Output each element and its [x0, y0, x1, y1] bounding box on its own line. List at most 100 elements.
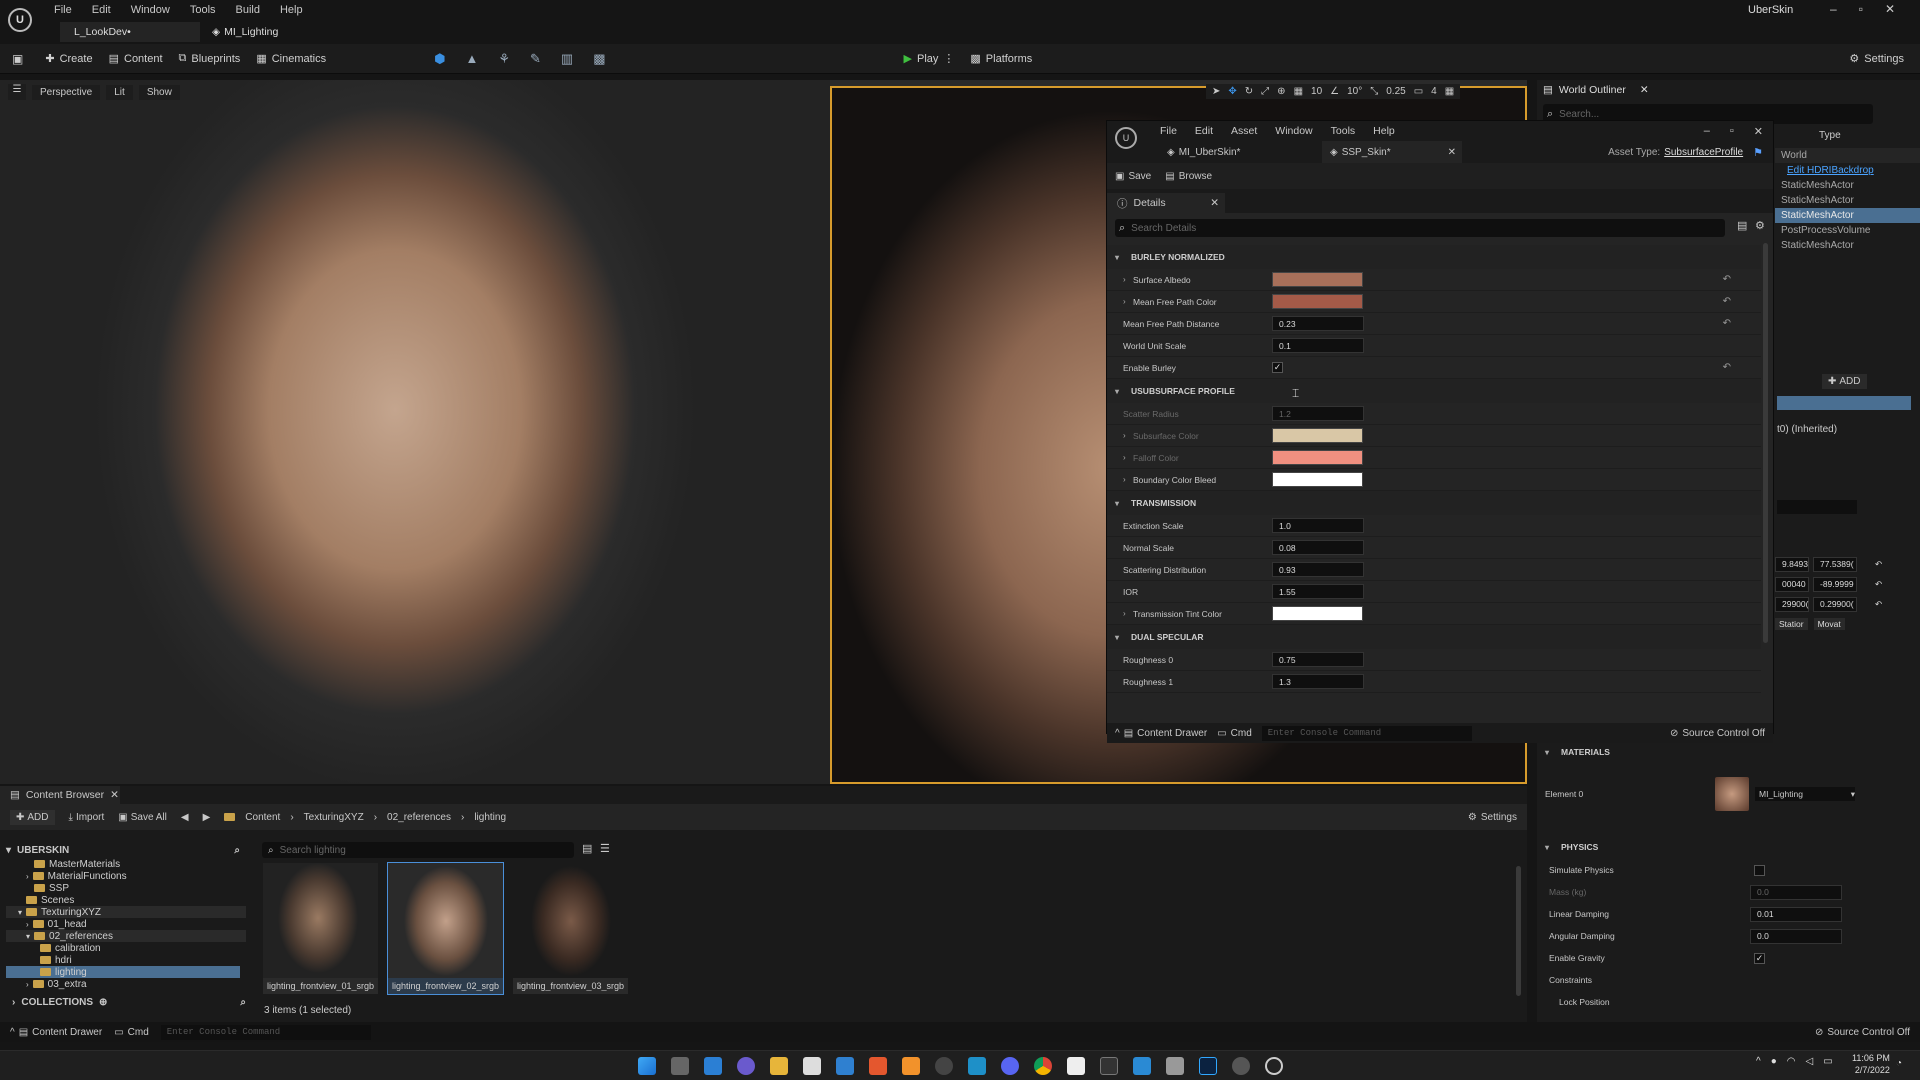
- layout-icon[interactable]: ▦: [1445, 86, 1454, 97]
- reset-icon[interactable]: ↶: [1875, 579, 1882, 590]
- chevron-right-icon[interactable]: ›: [1123, 297, 1133, 306]
- content-browser-close-icon[interactable]: ✕: [110, 789, 119, 801]
- editor-menu-window[interactable]: Window: [1266, 125, 1321, 137]
- mean-free-path-distance-input[interactable]: 0.23: [1272, 316, 1364, 331]
- editor-menu-help[interactable]: Help: [1364, 125, 1404, 137]
- physics-header[interactable]: ▾ PHYSICS: [1537, 835, 1920, 859]
- editor-minimize-icon[interactable]: –: [1694, 125, 1720, 137]
- component-selected-row[interactable]: [1777, 396, 1911, 410]
- wifi-icon[interactable]: ◠: [1787, 1056, 1796, 1067]
- tab-mi-lighting[interactable]: ◈ MI_Lighting: [200, 22, 278, 42]
- details-tab[interactable]: ⓘ Details ✕: [1107, 193, 1225, 213]
- angle-snap-value[interactable]: 10°: [1347, 86, 1362, 97]
- reset-icon[interactable]: ↶: [1723, 274, 1731, 285]
- menu-edit[interactable]: Edit: [82, 4, 121, 16]
- outliner-close-icon[interactable]: ✕: [1640, 84, 1649, 96]
- minimize-icon[interactable]: –: [1830, 2, 1837, 16]
- microphone-icon[interactable]: ●: [1771, 1056, 1777, 1067]
- asset-tile-selected[interactable]: lighting_frontview_02_srgb: [387, 862, 504, 995]
- world-local-icon[interactable]: ⊕: [1277, 86, 1285, 97]
- pin-icon[interactable]: ⚑: [1753, 146, 1763, 159]
- filter-icon[interactable]: ☰: [600, 842, 610, 855]
- mobility-movable[interactable]: Movat: [1813, 618, 1845, 630]
- tree-folder[interactable]: MasterMaterials: [6, 858, 246, 870]
- paint-mode-icon[interactable]: ✎: [530, 51, 541, 67]
- section-subsurface[interactable]: ▾ USUBSURFACE PROFILE: [1107, 379, 1761, 403]
- cb-import-button[interactable]: ⤓ Import: [69, 812, 105, 823]
- extinction-scale-input[interactable]: 1.0: [1272, 518, 1364, 533]
- console-input[interactable]: Enter Console Command: [160, 1024, 371, 1040]
- chevron-right-icon[interactable]: ›: [1123, 431, 1133, 440]
- chevron-right-icon[interactable]: ›: [1123, 475, 1133, 484]
- scattering-distribution-input[interactable]: 0.93: [1272, 562, 1364, 577]
- tree-folder[interactable]: ▾ TexturingXYZ: [6, 906, 246, 918]
- linear-damping-input[interactable]: 0.01: [1750, 906, 1842, 922]
- brave-browser-icon[interactable]: [868, 1056, 887, 1075]
- content-button[interactable]: ▤ Content: [101, 52, 171, 66]
- details-search[interactable]: ⌕ Search Details: [1115, 219, 1725, 237]
- normal-scale-input[interactable]: 0.08: [1272, 540, 1364, 555]
- enable-burley-checkbox[interactable]: ✓: [1272, 362, 1283, 373]
- reset-icon[interactable]: ↶: [1723, 318, 1731, 329]
- editor-menu-asset[interactable]: Asset: [1222, 125, 1266, 137]
- maximize-icon[interactable]: ▫: [1859, 2, 1863, 16]
- terminal-icon[interactable]: [1099, 1056, 1118, 1075]
- rotate-tool-icon[interactable]: ↻: [1245, 86, 1253, 97]
- scale-tool-icon[interactable]: ⤢: [1261, 86, 1269, 97]
- save-icon[interactable]: ▣: [12, 52, 23, 66]
- material-dropdown[interactable]: MI_Lighting ▾: [1755, 787, 1855, 801]
- editor-close-icon[interactable]: ✕: [1744, 125, 1773, 138]
- rotation-y[interactable]: 00040: [1775, 576, 1809, 592]
- steam-icon[interactable]: [1231, 1056, 1250, 1075]
- viewport-menu-icon[interactable]: ☰: [8, 84, 26, 100]
- scale-y[interactable]: 29900(: [1775, 596, 1809, 612]
- breadcrumb-item[interactable]: lighting: [474, 812, 506, 823]
- editor-save-button[interactable]: ▣ Save: [1115, 171, 1151, 182]
- sublime-icon[interactable]: [901, 1056, 920, 1075]
- notepad-icon[interactable]: [1066, 1056, 1085, 1075]
- subsurface-color-swatch[interactable]: [1272, 428, 1363, 443]
- create-button[interactable]: ✚ Create: [37, 52, 100, 66]
- tree-folder[interactable]: hdri: [6, 954, 246, 966]
- outliner-row[interactable]: World: [1775, 148, 1920, 163]
- tab-mi-uberskin[interactable]: ◈ MI_UberSkin*: [1167, 147, 1322, 158]
- constraints-label[interactable]: Constraints: [1537, 975, 1712, 985]
- mass-input[interactable]: 0.0: [1750, 884, 1842, 900]
- editor-browse-button[interactable]: ▤ Browse: [1165, 171, 1212, 182]
- location-z[interactable]: 77.5389(: [1813, 556, 1857, 572]
- play-button[interactable]: ▶ Play ⋮: [896, 52, 963, 66]
- source-control-button[interactable]: ⊘ Source Control Off: [1815, 1027, 1910, 1038]
- editor-menu-tools[interactable]: Tools: [1322, 125, 1365, 137]
- landscape-mode-icon[interactable]: ▲: [465, 51, 478, 66]
- enable-gravity-checkbox[interactable]: ✓: [1754, 952, 1765, 964]
- world-unit-scale-input[interactable]: 0.1: [1272, 338, 1364, 353]
- scale-z[interactable]: 0.29900(: [1813, 596, 1857, 612]
- angle-snap-icon[interactable]: ∠: [1330, 86, 1339, 97]
- transmission-tint-swatch[interactable]: [1272, 606, 1363, 621]
- unreal-logo-icon[interactable]: U: [8, 8, 32, 32]
- camera-speed-value[interactable]: 4: [1431, 86, 1437, 97]
- property-matrix-icon[interactable]: ▤: [1737, 219, 1747, 232]
- app-icon[interactable]: [967, 1056, 986, 1075]
- menu-file[interactable]: File: [44, 4, 82, 16]
- asset-tile[interactable]: lighting_frontview_01_srgb: [262, 862, 379, 995]
- history-forward-icon[interactable]: ▶: [203, 812, 211, 823]
- details-settings-icon[interactable]: ⚙: [1755, 219, 1765, 232]
- menu-window[interactable]: Window: [121, 4, 180, 16]
- tree-folder[interactable]: ▾ 02_references: [6, 930, 246, 942]
- notification-icon[interactable]: ◔: [1896, 1058, 1902, 1069]
- rotation-z[interactable]: -89.9999: [1813, 576, 1857, 592]
- collections-header[interactable]: › COLLECTIONS ⊕ ⌕: [12, 994, 246, 1010]
- widgets-icon[interactable]: [703, 1056, 722, 1075]
- outliner-row[interactable]: StaticMeshActor: [1775, 178, 1920, 193]
- editor-console-input[interactable]: Enter Console Command: [1261, 725, 1472, 741]
- volume-icon[interactable]: ◁: [1805, 1056, 1813, 1067]
- falloff-color-swatch[interactable]: [1272, 450, 1363, 465]
- tab-ssp-skin[interactable]: ◈ SSP_Skin* ✕: [1322, 141, 1462, 163]
- reset-icon[interactable]: ↶: [1723, 362, 1731, 373]
- breadcrumb-item[interactable]: 02_references: [387, 812, 451, 823]
- chevron-right-icon[interactable]: ›: [1123, 453, 1133, 462]
- search-icon[interactable]: ⌕: [240, 997, 246, 1008]
- tree-folder[interactable]: › 01_head: [6, 918, 246, 930]
- menu-help[interactable]: Help: [270, 4, 313, 16]
